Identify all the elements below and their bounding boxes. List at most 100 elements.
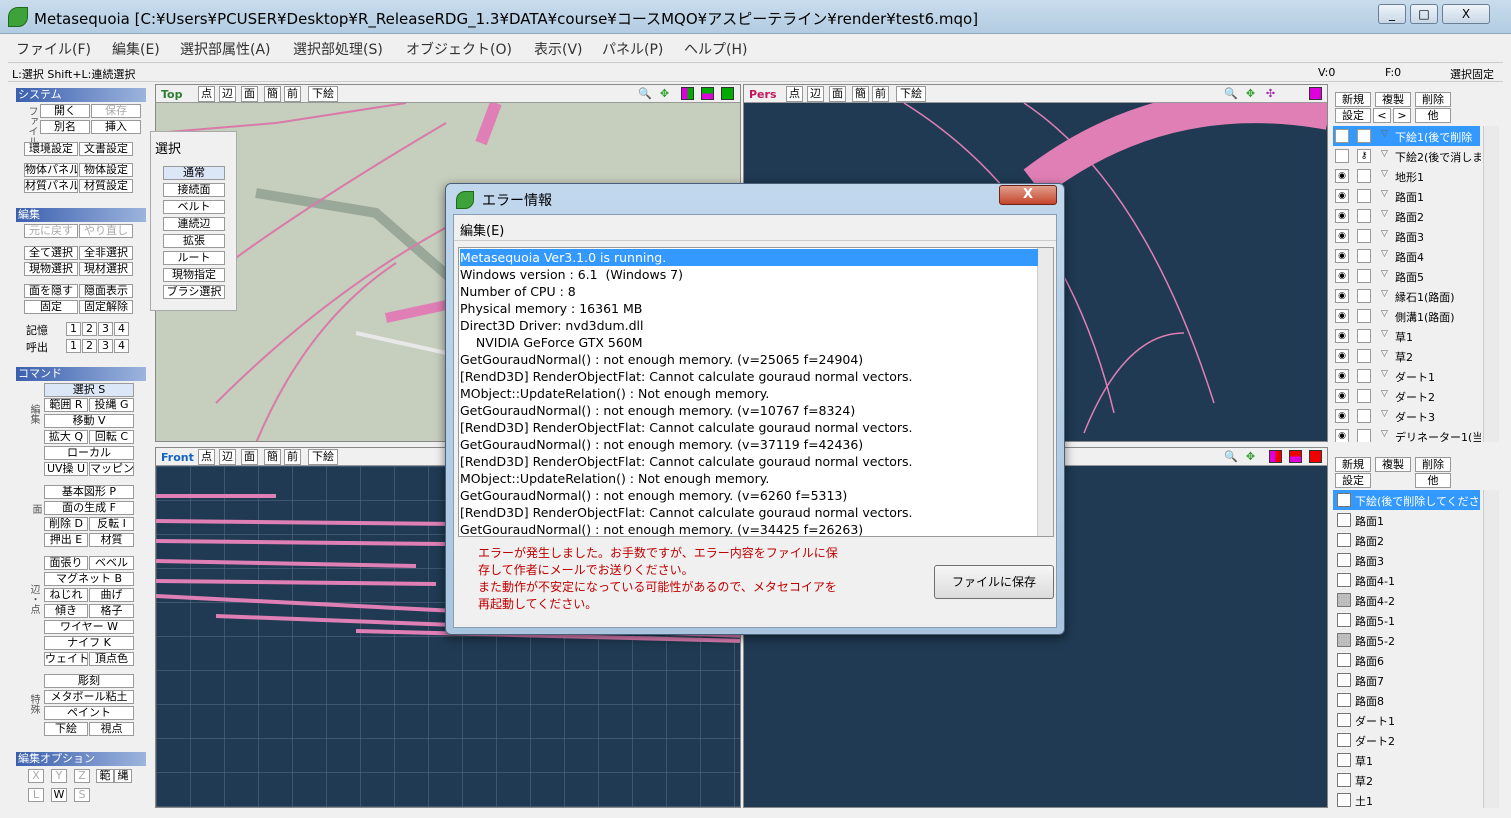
lock-icon[interactable]: ⚷: [1357, 149, 1371, 163]
pers-pan-icon[interactable]: ✥: [1244, 87, 1257, 100]
deselect-all-button[interactable]: 全非選択: [79, 246, 133, 260]
bevel-tool-button[interactable]: ベベル: [89, 556, 134, 570]
object-panel-button[interactable]: 物体パネル: [24, 163, 78, 177]
redo-button[interactable]: やり直し: [79, 224, 133, 238]
memory-slot-2[interactable]: 2: [82, 322, 97, 336]
material-list-item[interactable]: 路面6: [1333, 650, 1480, 670]
maximize-button[interactable]: □: [1410, 4, 1438, 24]
object-list-item[interactable]: ⚷ ▽ 下絵1(後で削除: [1333, 126, 1480, 146]
object-other-button[interactable]: 他: [1415, 108, 1451, 123]
fix-button[interactable]: 固定: [24, 300, 78, 314]
zoom-icon[interactable]: 🔍: [638, 87, 652, 100]
visibility-eye-icon[interactable]: ◉: [1335, 189, 1349, 203]
visibility-eye-icon[interactable]: ◉: [1335, 229, 1349, 243]
front-simple-button[interactable]: 簡: [264, 449, 281, 465]
env-settings-button[interactable]: 環境設定: [24, 142, 78, 156]
visibility-eye-icon[interactable]: ◉: [1335, 209, 1349, 223]
object-list-item[interactable]: ◉ ▽ ダート3: [1333, 406, 1480, 426]
material-list-item[interactable]: 路面3: [1333, 550, 1480, 570]
select-mode-brush[interactable]: ブラシ選択: [163, 285, 225, 299]
paint-tool-button[interactable]: ペイント: [44, 706, 134, 720]
save-to-file-button[interactable]: ファイルに保存: [934, 565, 1054, 599]
visibility-eye-icon[interactable]: ◉: [1335, 369, 1349, 383]
material-list-item[interactable]: 路面8: [1333, 690, 1480, 710]
l-option-toggle[interactable]: L: [28, 788, 44, 802]
visibility-eye-icon[interactable]: ◉: [1335, 289, 1349, 303]
knife-tool-button[interactable]: ナイフ K: [44, 636, 134, 650]
top-front-button[interactable]: 前: [284, 86, 301, 102]
material-list-item[interactable]: 路面4-1: [1333, 570, 1480, 590]
select-mode-route[interactable]: ルート: [163, 251, 225, 265]
stretch-tool-button[interactable]: 面張り: [44, 556, 88, 570]
pers-point-button[interactable]: 点: [786, 86, 803, 102]
expand-triangle-icon[interactable]: ▽: [1381, 329, 1388, 339]
recall-slot-3[interactable]: 3: [98, 339, 113, 353]
select-mode-connected[interactable]: 接続面: [163, 183, 225, 197]
object-settings-button[interactable]: 物体設定: [79, 163, 133, 177]
window-close-button[interactable]: X: [1442, 4, 1490, 24]
expand-triangle-icon[interactable]: ▽: [1381, 389, 1388, 399]
top-face-button[interactable]: 面: [241, 86, 258, 102]
doc-settings-button[interactable]: 文書設定: [79, 142, 133, 156]
unfix-button[interactable]: 固定解除: [79, 300, 133, 314]
material-list-item[interactable]: 路面1: [1333, 510, 1480, 530]
visibility-eye-icon[interactable]: ◉: [1335, 329, 1349, 343]
expand-triangle-icon[interactable]: ▽: [1381, 269, 1388, 279]
material-list-item[interactable]: 草2: [1333, 770, 1480, 790]
selection-lock-button[interactable]: 選択固定: [1450, 66, 1494, 82]
object-list-item[interactable]: ◉ ▽ 側溝1(路面): [1333, 306, 1480, 326]
visibility-eye-icon[interactable]: ◉: [1335, 249, 1349, 263]
expand-triangle-icon[interactable]: ▽: [1381, 309, 1388, 319]
menu-help[interactable]: ヘルプ(H): [684, 39, 747, 59]
dialog-close-button[interactable]: X: [999, 185, 1057, 205]
lock-icon[interactable]: ⚷: [1357, 129, 1371, 143]
front-underlay-button[interactable]: 下絵: [308, 449, 338, 465]
error-log-scrollbar[interactable]: [1037, 248, 1053, 536]
w-option-toggle[interactable]: W: [51, 788, 67, 802]
wire-tool-button[interactable]: ワイヤー W: [44, 620, 134, 634]
object-copy-button[interactable]: 複製: [1375, 92, 1411, 107]
save-as-button[interactable]: 別名: [40, 120, 90, 134]
hide-face-button[interactable]: 面を隠す: [24, 284, 78, 298]
top-point-button[interactable]: 点: [198, 86, 215, 102]
mapping-tool-button[interactable]: マッピング: [89, 462, 134, 476]
object-list-item[interactable]: ◉ ▽ 地形1: [1333, 166, 1480, 186]
menu-select-attr[interactable]: 選択部属性(A): [180, 39, 271, 59]
axis-x-toggle[interactable]: X: [28, 769, 44, 783]
visibility-eye-icon[interactable]: ◉: [1335, 309, 1349, 323]
lock-icon[interactable]: [1357, 209, 1371, 223]
select-all-button[interactable]: 全て選択: [24, 246, 78, 260]
visibility-eye-icon[interactable]: ◉: [1335, 389, 1349, 403]
extrude-tool-button[interactable]: 押出 E: [44, 533, 88, 547]
menu-view[interactable]: 表示(V): [534, 39, 583, 59]
delete-tool-button[interactable]: 削除 D: [44, 517, 88, 531]
visibility-eye-icon[interactable]: ◉: [1335, 349, 1349, 363]
object-list-item[interactable]: ◉ ▽ 路面3: [1333, 226, 1480, 246]
save-button[interactable]: 保存: [91, 104, 141, 118]
viewpoint-tool-button[interactable]: 視点: [89, 722, 134, 736]
menu-panel[interactable]: パネル(P): [602, 39, 663, 59]
s-option-toggle[interactable]: S: [74, 788, 90, 802]
br-pan-icon[interactable]: ✥: [1244, 450, 1257, 463]
menu-select-process[interactable]: 選択部処理(S): [293, 39, 383, 59]
move-tool-button[interactable]: 移動 V: [44, 414, 134, 428]
lattice-tool-button[interactable]: 格子: [89, 604, 134, 618]
lock-icon[interactable]: [1357, 409, 1371, 423]
object-list-item[interactable]: ⚷ ▽ 下絵2(後で消しま: [1333, 146, 1481, 166]
expand-triangle-icon[interactable]: ▽: [1381, 209, 1388, 219]
recall-slot-4[interactable]: 4: [114, 339, 129, 353]
lock-icon[interactable]: [1357, 369, 1371, 383]
rotate-tool-button[interactable]: 回転 C: [89, 430, 134, 444]
pers-single-view-icon[interactable]: [1309, 87, 1322, 100]
pers-underlay-button[interactable]: 下絵: [896, 86, 926, 102]
twist-tool-button[interactable]: ねじれ: [44, 588, 88, 602]
material-list-item[interactable]: 路面5-1: [1333, 610, 1480, 630]
object-list-item[interactable]: ◉ ▽ デリネーター1(当た: [1333, 426, 1481, 442]
vertex-color-tool-button[interactable]: 頂点色: [89, 652, 134, 666]
material-list-item[interactable]: 路面4-2: [1333, 590, 1480, 610]
expand-triangle-icon[interactable]: ▽: [1381, 229, 1388, 239]
axis-y-toggle[interactable]: Y: [51, 769, 67, 783]
object-list-item[interactable]: ◉ ▽ 草1: [1333, 326, 1480, 346]
lasso-option-toggle[interactable]: 縄: [114, 769, 132, 783]
lock-icon[interactable]: [1357, 289, 1371, 303]
